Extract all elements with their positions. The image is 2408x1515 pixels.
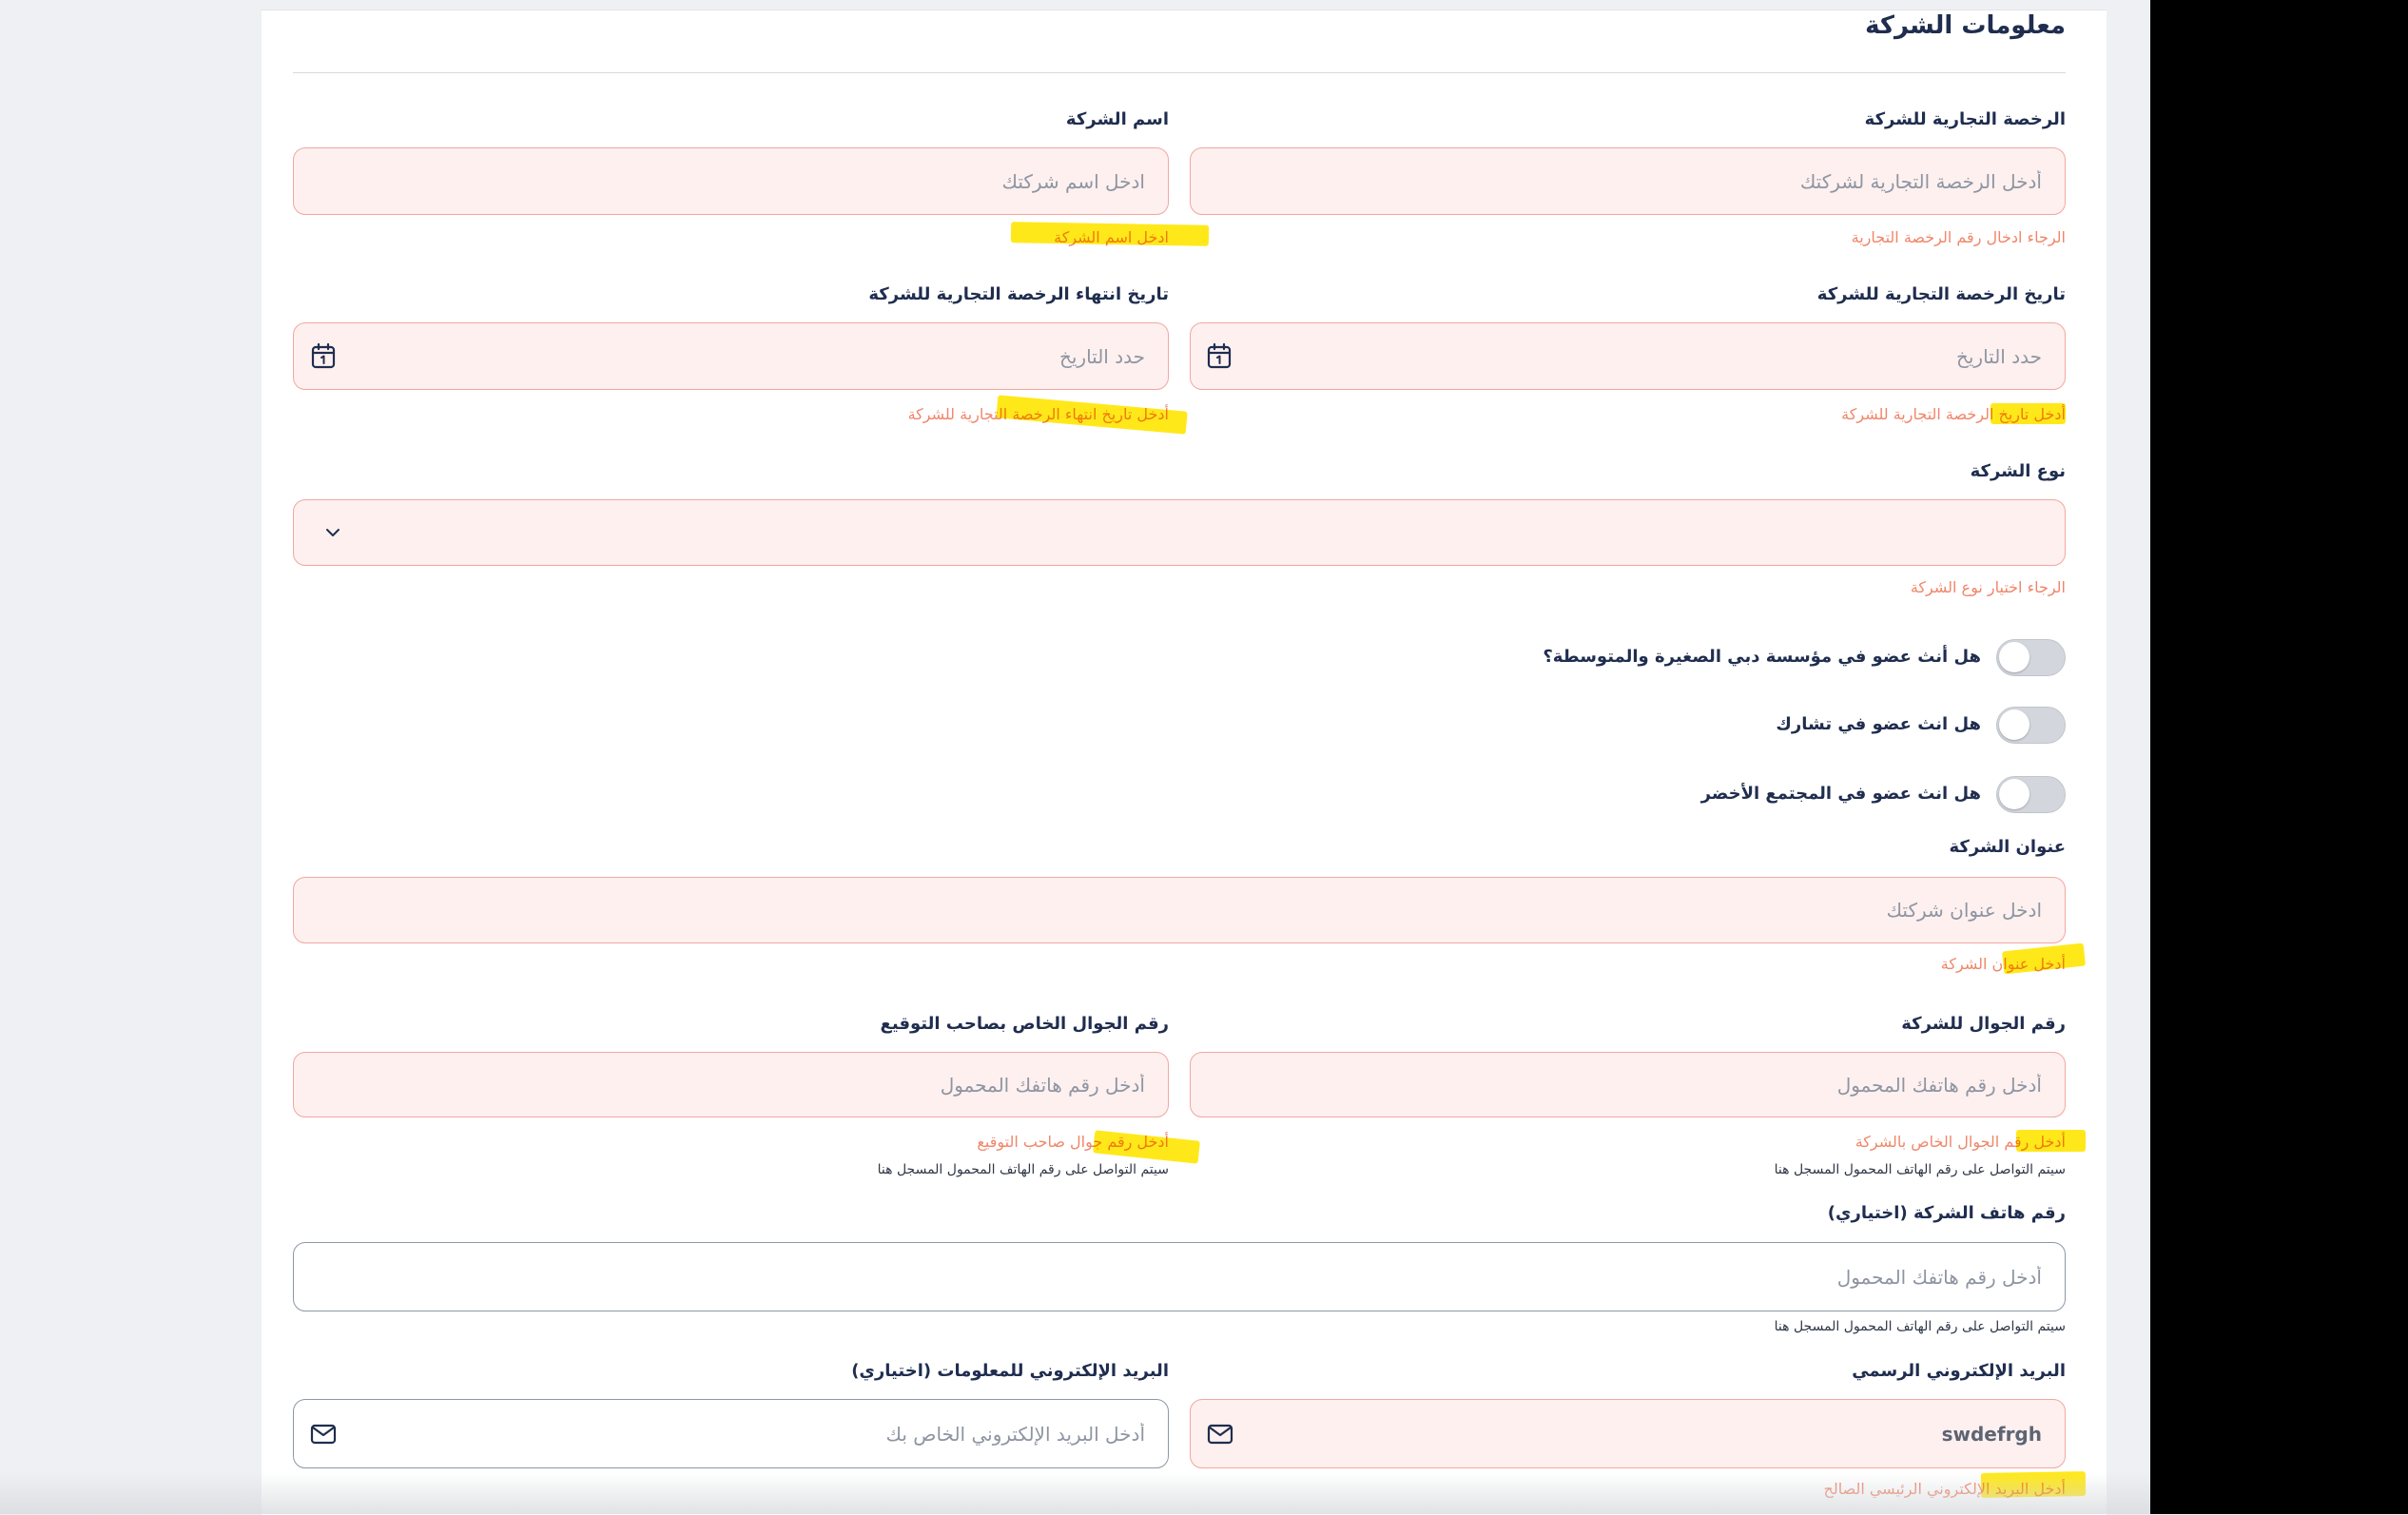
section-divider	[293, 72, 2066, 73]
company-type-error: الرجاء اختيار نوع الشركة	[1910, 578, 2066, 596]
company-mobile-input[interactable]	[1191, 1053, 2065, 1117]
info-email-field	[293, 1399, 1169, 1468]
official-email-input[interactable]	[1191, 1400, 2065, 1467]
outside-area	[2150, 0, 2408, 1514]
company-mobile-error: أدخل رقم الجوال الخاص بالشركة	[1855, 1133, 2066, 1151]
address-error: أدخل عنوان الشركة	[1940, 955, 2066, 973]
company-mobile-hint: سيتم التواصل على رقم الهاتف المحمول المس…	[1774, 1162, 2066, 1177]
signatory-mobile-error: أدخل رقم جوال صاحب التوقيع	[977, 1133, 1169, 1151]
toggle-knob	[1999, 642, 2029, 672]
company-phone-input[interactable]	[294, 1243, 2065, 1311]
trade-license-field	[1190, 147, 2066, 215]
company-name-error: ادخل اسم الشركة	[1054, 228, 1169, 246]
company-phone-hint: سيتم التواصل على رقم الهاتف المحمول المس…	[1774, 1319, 2066, 1334]
address-label: عنوان الشركة	[1949, 837, 2066, 857]
official-email-field	[1190, 1399, 2066, 1468]
company-name-field	[293, 147, 1169, 215]
toggle-knob	[1999, 779, 2029, 809]
signatory-mobile-field	[293, 1052, 1169, 1117]
license-date-input[interactable]	[1191, 323, 2065, 389]
license-date-field	[1190, 322, 2066, 390]
signatory-mobile-label: رقم الجوال الخاص بصاحب التوقيع	[880, 1014, 1169, 1034]
trade-license-label: الرخصة التجارية للشركة	[1864, 109, 2066, 129]
trade-license-error: الرجاء ادخال رقم الرخصة التجارية	[1851, 228, 2066, 246]
trade-license-input[interactable]	[1191, 148, 2065, 214]
company-phone-field	[293, 1242, 2066, 1311]
license-expiry-error: أدخل تاريخ انتهاء الرخصة التجارية للشركة	[907, 405, 1169, 423]
envelope-icon	[1207, 1424, 1233, 1445]
company-mobile-label: رقم الجوال للشركة	[1901, 1014, 2066, 1034]
toggle-tasharuk[interactable]	[1996, 707, 2066, 744]
toggle-dubai-sme-label: هل أنث عضو في مؤسسة دبي الصغيرة والمتوسط…	[1543, 647, 1981, 667]
license-expiry-input[interactable]	[294, 323, 1168, 389]
license-expiry-label: تاريخ انتهاء الرخصة التجارية للشركة	[868, 284, 1169, 304]
toggle-green-community-label: هل انث عضو في المجتمع الأخضر	[1700, 784, 1981, 804]
license-expiry-field	[293, 322, 1169, 390]
license-date-label: تاريخ الرخصة التجارية للشركة	[1816, 284, 2066, 304]
info-email-label: البريد الإلكتروني للمعلومات (اختياري)	[851, 1361, 1169, 1381]
company-phone-label: رقم هاتف الشركة (اختياري)	[1827, 1203, 2066, 1223]
calendar-icon[interactable]	[1205, 341, 1233, 370]
company-type-label: نوع الشركة	[1970, 461, 2066, 481]
toggle-knob	[1999, 709, 2029, 740]
toggle-tasharuk-label: هل انث عضو في تشارك	[1776, 714, 1981, 734]
company-mobile-field	[1190, 1052, 2066, 1117]
section-title: معلومات الشركة	[1865, 11, 2066, 40]
official-email-label: البريد الإلكتروني الرسمي	[1852, 1361, 2066, 1381]
license-date-error: أدخل تاريخ الرخصة التجارية للشركة	[1841, 405, 2066, 423]
calendar-icon[interactable]	[309, 341, 338, 370]
signatory-mobile-input[interactable]	[294, 1053, 1168, 1117]
chevron-down-icon	[326, 529, 340, 536]
company-type-select[interactable]	[293, 499, 2066, 566]
address-field	[293, 877, 2066, 943]
toggle-dubai-sme[interactable]	[1996, 639, 2066, 676]
company-name-input[interactable]	[294, 148, 1168, 214]
official-email-error: أدخل البريد الإلكتروني الرئيسي الصالح	[1823, 1480, 2066, 1498]
toggle-green-community[interactable]	[1996, 776, 2066, 813]
address-input[interactable]	[294, 878, 2065, 942]
company-name-label: اسم الشركة	[1065, 109, 1169, 129]
info-email-input[interactable]	[294, 1400, 1168, 1467]
signatory-mobile-hint: سيتم التواصل على رقم الهاتف المحمول المس…	[877, 1162, 1169, 1177]
envelope-icon	[310, 1424, 337, 1445]
